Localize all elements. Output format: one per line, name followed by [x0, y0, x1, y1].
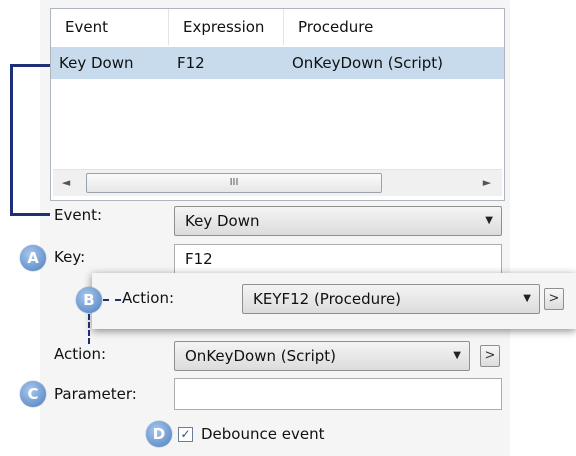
- chevron-down-icon: ▼: [523, 293, 531, 304]
- action-browse-button[interactable]: >: [480, 345, 500, 367]
- parameter-field[interactable]: [174, 378, 502, 410]
- bracket-bottom: [10, 213, 50, 216]
- list-row-selected[interactable]: Key Down F12 OnKeyDown (Script): [51, 47, 504, 79]
- debounce-label: Debounce event: [201, 425, 325, 443]
- horizontal-scrollbar[interactable]: ◄ III ►: [53, 169, 502, 196]
- action-label: Action:: [54, 345, 107, 363]
- scroll-left-icon[interactable]: ◄: [59, 175, 73, 191]
- event-list[interactable]: Event Expression Procedure Key Down F12 …: [50, 8, 505, 201]
- scroll-thumb[interactable]: III: [86, 173, 382, 193]
- action-dropdown[interactable]: OnKeyDown (Script) ▼: [174, 341, 470, 371]
- callout-b-connector: [103, 299, 121, 301]
- overlay-browse-button[interactable]: >: [544, 288, 564, 310]
- chevron-down-icon: ▼: [485, 215, 493, 226]
- overlay-action-label: Action:: [122, 289, 175, 307]
- callout-d: D: [146, 421, 172, 447]
- callout-b: B: [76, 287, 102, 313]
- bracket-vertical: [10, 64, 13, 216]
- debounce-checkbox[interactable]: ✓: [178, 427, 193, 442]
- bracket-top: [10, 64, 50, 67]
- list-header: Event Expression Procedure: [51, 9, 504, 45]
- parameter-label: Parameter:: [54, 385, 137, 403]
- chevron-down-icon: ▼: [453, 350, 461, 361]
- event-dropdown[interactable]: Key Down ▼: [174, 206, 502, 236]
- row-procedure: OnKeyDown (Script): [292, 54, 443, 72]
- callout-c: C: [20, 381, 46, 407]
- overlay-action-value: KEYF12 (Procedure): [253, 290, 402, 308]
- event-label: Event:: [54, 206, 103, 224]
- action-dropdown-value: OnKeyDown (Script): [185, 347, 336, 365]
- key-field[interactable]: F12: [174, 244, 502, 276]
- event-dropdown-value: Key Down: [185, 212, 260, 230]
- scroll-right-icon[interactable]: ►: [480, 175, 494, 191]
- column-header-procedure[interactable]: Procedure: [284, 9, 504, 45]
- callout-b-vertical-connector: [88, 314, 90, 344]
- callout-a: A: [20, 245, 46, 271]
- key-label: Key:: [54, 248, 86, 266]
- overlay-action-dropdown[interactable]: KEYF12 (Procedure) ▼: [242, 284, 540, 314]
- action-overlay: Action: KEYF12 (Procedure) ▼ >: [92, 273, 576, 329]
- row-event: Key Down: [59, 54, 134, 72]
- column-header-event[interactable]: Event: [51, 9, 169, 45]
- column-header-expression[interactable]: Expression: [169, 9, 284, 45]
- row-expression: F12: [177, 54, 205, 72]
